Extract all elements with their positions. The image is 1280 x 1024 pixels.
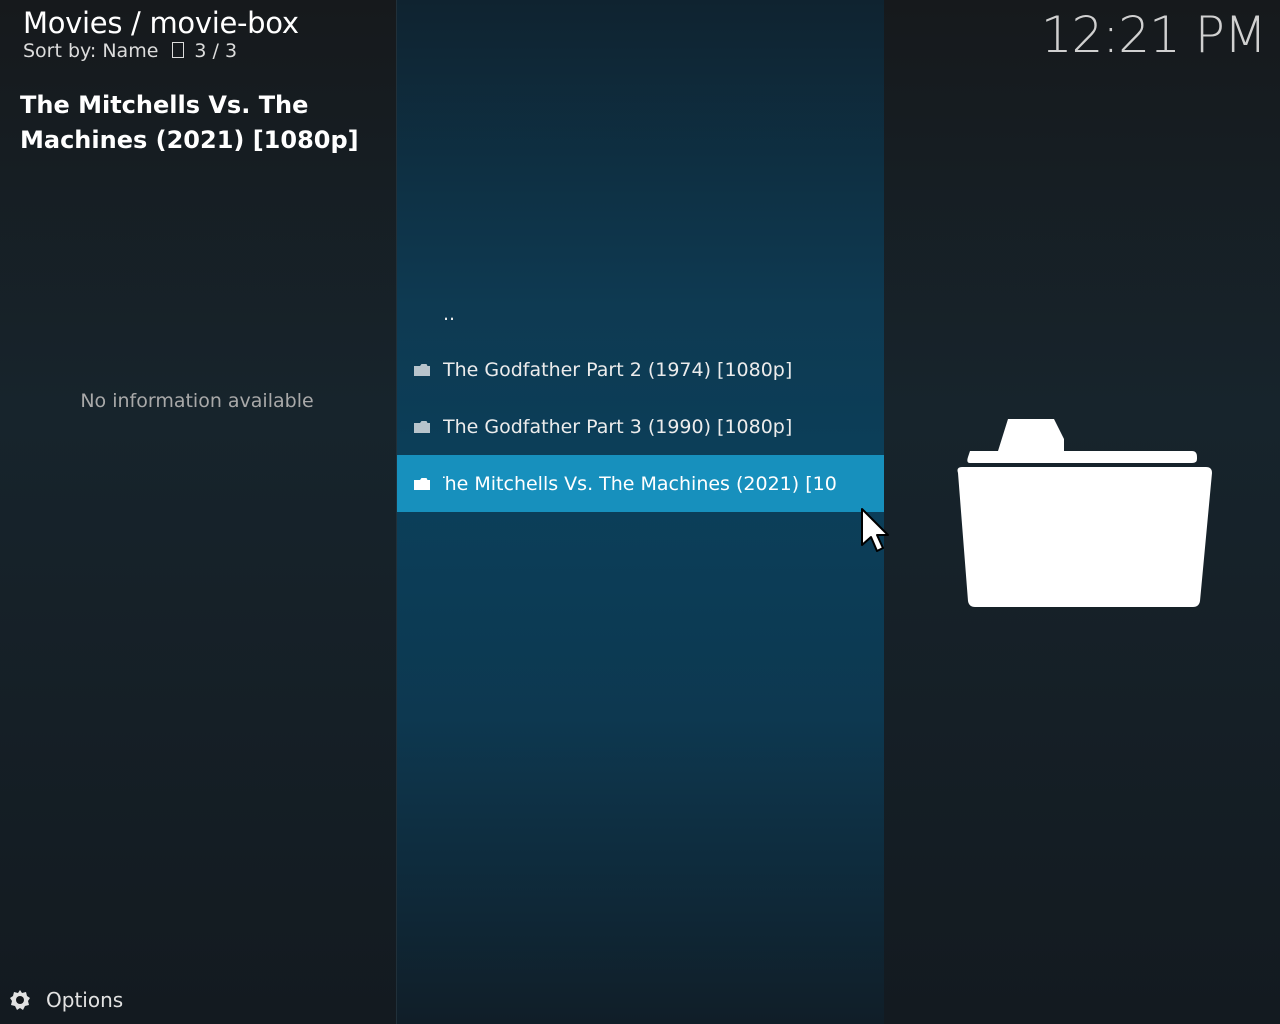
list-item-focused[interactable]: The Mitchells Vs. The Machines (2021) [1… bbox=[397, 455, 884, 512]
list-item[interactable]: The Godfather Part 3 (1990) [1080p] bbox=[397, 398, 884, 455]
folder-icon bbox=[414, 420, 430, 433]
list-item-parent-folder[interactable]: .. bbox=[397, 285, 884, 342]
file-list[interactable]: .. The Godfather Part 2 (1974) [1080p] T… bbox=[397, 0, 884, 1024]
folder-icon bbox=[414, 477, 430, 490]
list-item[interactable]: The Godfather Part 2 (1974) [1080p] bbox=[397, 341, 884, 398]
folder-icon bbox=[414, 363, 430, 376]
item-position: 3 / 3 bbox=[194, 40, 238, 62]
list-item-label: The Godfather Part 2 (1974) [1080p] bbox=[443, 358, 793, 381]
options-button[interactable]: Options bbox=[8, 988, 123, 1012]
breadcrumb: Movies / movie-box bbox=[23, 6, 299, 40]
options-label: Options bbox=[46, 988, 124, 1012]
clock: 12:21 PM bbox=[1040, 6, 1267, 64]
sort-label: Sort by: Name bbox=[23, 40, 159, 62]
list-item-label: The Mitchells Vs. The Machines (2021) [1… bbox=[443, 472, 837, 495]
kodi-screen: Movies / movie-box Sort by: Name 3 / 3 12… bbox=[0, 0, 1280, 1024]
separator-icon bbox=[172, 42, 185, 58]
no-information-text: No information available bbox=[80, 390, 314, 412]
folder-icon bbox=[957, 419, 1212, 607]
list-item-label: The Godfather Part 3 (1990) [1080p] bbox=[443, 415, 793, 438]
sort-info[interactable]: Sort by: Name 3 / 3 bbox=[23, 39, 237, 63]
list-item-label: .. bbox=[443, 302, 456, 325]
info-title: The Mitchells Vs. The Machines (2021) [1… bbox=[20, 91, 359, 154]
gear-icon bbox=[10, 990, 30, 1010]
